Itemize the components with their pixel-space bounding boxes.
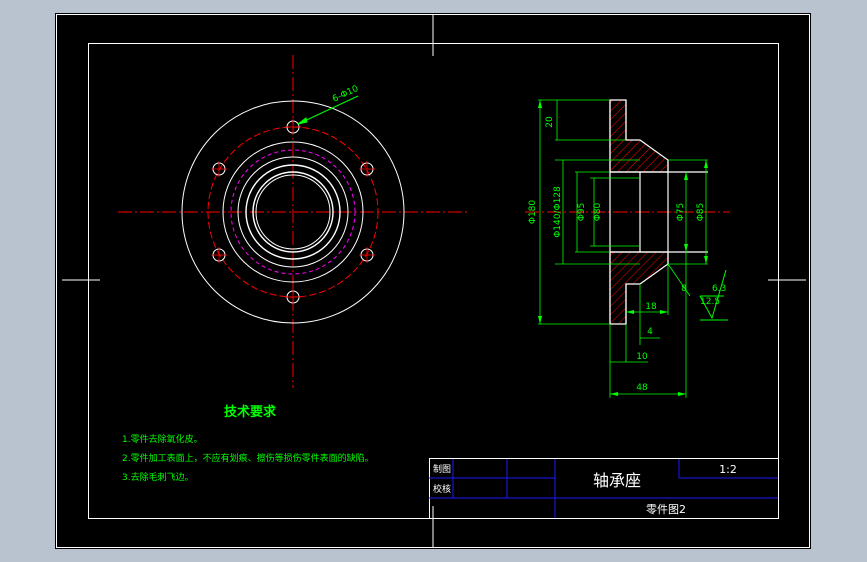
tb-scale: 1:2: [719, 463, 737, 476]
notes-title: 技术要求: [224, 404, 277, 420]
cad-drawing-canvas: 6-Φ10 20 Φ180 Φ140/Φ128 Φ95 Φ80 Φ75 Φ85 …: [55, 13, 811, 549]
notes-item-2: 2.零件加工表面上，不应有划痕、擦伤等损伤零件表面的缺陷。: [122, 452, 374, 464]
dim-length-4: 4: [647, 327, 653, 337]
notes-item-1: 1.零件去除氧化皮。: [122, 433, 203, 445]
dim-bore-80: Φ80: [593, 202, 603, 221]
notes-item-3: 3.去除毛刺飞边。: [122, 471, 194, 483]
dim-bore-85: Φ85: [696, 203, 706, 222]
tb-checked-label: 校核: [433, 483, 451, 495]
dim-outer-dia: Φ180: [528, 200, 538, 225]
dim-flange-thickness: 20: [545, 116, 555, 128]
tb-drawn-label: 制图: [433, 463, 451, 475]
dim-bore-95: Φ95: [577, 203, 587, 222]
dim-pitch-dia: Φ140/Φ128: [553, 186, 563, 238]
roughness-value-1: 6.3: [712, 284, 726, 294]
dim-bore-75: Φ75: [676, 203, 686, 222]
roughness-value-2: 12.5: [700, 297, 720, 307]
dim-chamfer: 8: [681, 284, 687, 294]
tb-part-name: 轴承座: [593, 471, 641, 490]
dim-length-18: 18: [645, 302, 657, 312]
dim-length-48: 48: [636, 383, 648, 393]
tb-drawing-no: 零件图2: [646, 503, 686, 516]
dim-length-10: 10: [636, 352, 648, 362]
